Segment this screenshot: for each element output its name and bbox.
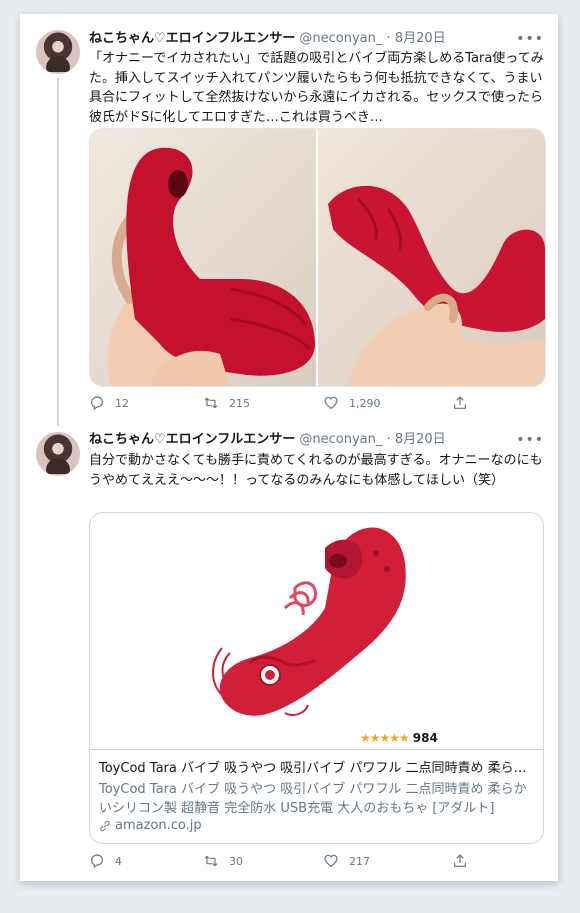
star-rating-icon: ★★★★★ (360, 731, 410, 745)
share-icon (454, 396, 466, 409)
tweet-text: 「オナニーでイカされたい」で話題の吸引とバイブ両方楽しめるTara使ってみた。挿… (89, 51, 544, 125)
user-handle[interactable]: @neconyan_ (299, 31, 382, 46)
retweet-button[interactable]: 30 (203, 853, 243, 869)
thread-connector (57, 78, 59, 426)
reply-icon (91, 854, 103, 869)
retweet-button[interactable]: 215 (203, 395, 250, 411)
display-name[interactable]: ねこちゃん♡エロインフルエンサー (89, 432, 295, 447)
share-button[interactable] (452, 395, 468, 411)
link-domain-text: amazon.co.jp (115, 818, 202, 833)
avatar[interactable] (36, 432, 80, 476)
retweet-icon (204, 855, 218, 867)
tweet-text: 自分で動かさなくても勝手に責めてくれるのが最高すぎる。オナニーなのにもうやめてえ… (89, 453, 543, 488)
rating: ★★★★★ 984 (360, 731, 438, 745)
retweet-count: 215 (229, 396, 250, 410)
tweet-actions: 4 30 217 (89, 853, 544, 873)
retweet-icon (204, 397, 218, 409)
display-name[interactable]: ねこちゃん♡エロインフルエンサー (89, 31, 295, 46)
like-count: 1,290 (349, 396, 381, 410)
more-icon[interactable]: ••• (516, 29, 544, 49)
link-preview-info: ToyCod Tara バイブ 吸うやつ 吸引バイブ パワフル 二点同時責め 柔… (90, 749, 543, 843)
share-button[interactable] (452, 853, 468, 869)
tweet-date[interactable]: 8月20日 (395, 31, 446, 46)
like-icon (324, 854, 338, 868)
link-preview-card[interactable]: ★★★★★ 984 ToyCod Tara バイブ 吸うやつ 吸引バイブ パワフ… (89, 512, 544, 844)
photo-1[interactable] (90, 129, 316, 386)
like-button[interactable]: 217 (323, 853, 370, 869)
avatar[interactable] (36, 30, 80, 74)
separator: · (386, 432, 391, 447)
link-icon (100, 820, 110, 831)
like-button[interactable]: 1,290 (323, 395, 381, 411)
reply-count: 12 (115, 396, 129, 410)
retweet-count: 30 (229, 854, 243, 868)
tweet-header: ねこちゃん♡エロインフルエンサー @neconyan_ · 8月20日 (89, 430, 529, 450)
user-handle[interactable]: @neconyan_ (299, 432, 382, 447)
rating-count: 984 (412, 731, 438, 745)
separator: · (386, 31, 391, 46)
product-image: ★★★★★ 984 (90, 513, 543, 749)
tweet-date[interactable]: 8月20日 (395, 432, 446, 447)
media-grid[interactable] (89, 128, 546, 387)
reply-button[interactable]: 4 (89, 853, 122, 869)
photo-2[interactable] (318, 129, 545, 386)
like-count: 217 (349, 854, 370, 868)
link-title: ToyCod Tara バイブ 吸うやつ 吸引バイブ パワフル 二点同時責め 柔… (99, 761, 527, 776)
more-icon[interactable]: ••• (516, 430, 544, 450)
share-icon (454, 854, 466, 867)
reply-icon (91, 396, 103, 411)
tweet-actions: 12 215 1,290 (89, 395, 544, 415)
tweet-header: ねこちゃん♡エロインフルエンサー @neconyan_ · 8月20日 (89, 29, 529, 49)
timeline-card: ねこちゃん♡エロインフルエンサー @neconyan_ · 8月20日 ••• … (20, 14, 558, 881)
reply-count: 4 (115, 854, 122, 868)
link-description: ToyCod Tara バイブ 吸うやつ 吸引バイブ パワフル 二点同時責め 柔… (99, 782, 527, 816)
like-icon (324, 396, 338, 410)
tweet-1[interactable]: ねこちゃん♡エロインフルエンサー @neconyan_ · 8月20日 ••• … (20, 14, 558, 429)
reply-button[interactable]: 12 (89, 395, 129, 411)
link-domain: amazon.co.jp (99, 818, 202, 833)
